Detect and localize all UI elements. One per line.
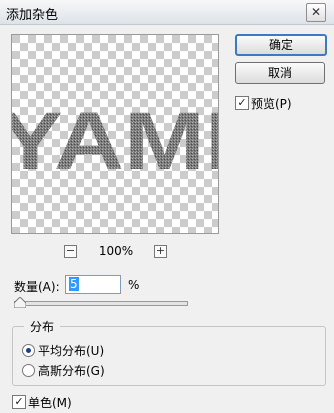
checkmark-icon: ✓ (14, 395, 24, 408)
preview-text: YAMI (12, 96, 218, 187)
zoom-level: 100% (98, 244, 134, 258)
zoom-out-button[interactable]: − (64, 245, 77, 258)
radio-uniform-label: 平均分布(U) (38, 344, 105, 358)
ok-button[interactable]: 确定 (235, 34, 327, 56)
amount-label: 数量(A): (14, 280, 60, 294)
radio-gaussian-label: 高斯分布(G) (38, 364, 105, 378)
window-title: 添加杂色 (6, 8, 59, 23)
preview-checkbox-label: 预览(P) (251, 97, 292, 111)
plus-icon: + (155, 244, 166, 257)
monochrome-checkbox[interactable]: ✓ (12, 395, 26, 409)
checkmark-icon: ✓ (237, 96, 247, 109)
preview-checkbox[interactable]: ✓ (235, 96, 249, 110)
close-button[interactable]: ✕ (306, 3, 326, 22)
minus-icon: − (65, 244, 76, 257)
monochrome-label: 单色(M) (28, 396, 72, 410)
distribution-title: 分布 (24, 318, 61, 335)
amount-slider-thumb[interactable] (14, 297, 27, 308)
amount-value: 5 (69, 277, 79, 291)
amount-slider-track[interactable] (14, 301, 188, 306)
title-bar: 添加杂色 ✕ (0, 0, 334, 25)
amount-input[interactable]: 5 (65, 275, 121, 294)
zoom-in-button[interactable]: + (154, 245, 167, 258)
close-icon: ✕ (310, 5, 322, 19)
preview-canvas[interactable]: YAMI (11, 34, 219, 234)
radio-gaussian[interactable] (22, 364, 35, 377)
amount-unit: % (128, 278, 140, 292)
cancel-button[interactable]: 取消 (235, 62, 325, 84)
preview-image: YAMI (12, 35, 218, 233)
radio-uniform[interactable] (22, 344, 35, 357)
